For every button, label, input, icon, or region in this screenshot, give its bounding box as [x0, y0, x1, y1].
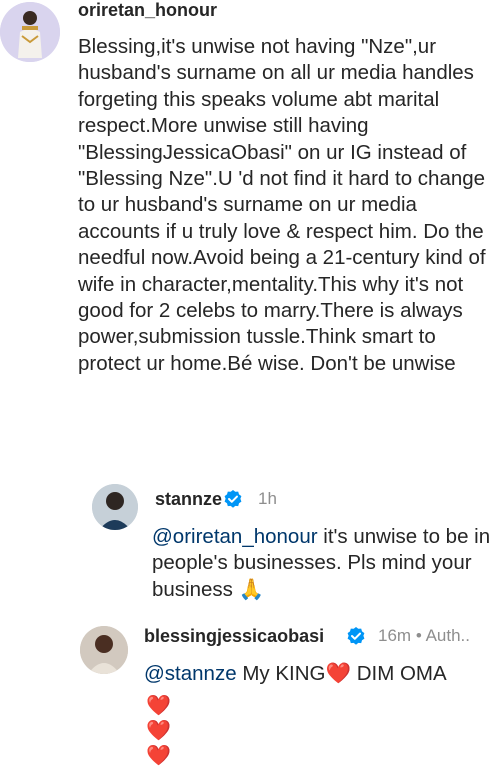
meta-separator: • [415, 626, 422, 645]
mention-link[interactable]: @oriretan_honour [152, 525, 318, 548]
red-hearts-icon: ❤️❤️❤️ [146, 695, 172, 767]
verified-badge-icon [224, 490, 242, 508]
comment-username[interactable]: oriretan_honour [78, 0, 217, 21]
comment-time: 1h [258, 489, 277, 508]
red-heart-icon: ❤️ [325, 662, 351, 685]
comment-text: @stannze My KING❤️ DIM OMA [144, 661, 494, 687]
comment-username[interactable]: blessingjessicaobasi [144, 626, 324, 647]
avatar-oriretan-honour[interactable] [0, 2, 60, 62]
author-tag: Auth.. [425, 626, 470, 645]
mention-link[interactable]: @stannze [144, 662, 237, 685]
comment-text: Blessing,it's unwise not having "Nze",ur… [78, 35, 492, 375]
comment-text: @oriretan_honour it's unwise to be in pe… [152, 524, 492, 603]
comment-username[interactable]: stannze [155, 489, 222, 510]
comment-text-body-2: DIM OMA [351, 662, 447, 685]
man-in-white-outfit-icon [0, 2, 60, 62]
man-portrait-icon [92, 484, 138, 530]
comment-meta: 16m • Auth.. [378, 626, 470, 646]
comment-text-body: My KING [236, 662, 326, 685]
woman-portrait-icon [80, 626, 128, 674]
hearts-row: ❤️❤️❤️ [146, 693, 172, 768]
avatar-stannze[interactable] [92, 484, 138, 530]
avatar-blessingjessicaobasi[interactable] [80, 626, 128, 674]
praying-hands-icon: 🙏 [238, 577, 265, 601]
verified-badge-icon [347, 627, 365, 645]
comment-time: 16m [378, 626, 412, 645]
